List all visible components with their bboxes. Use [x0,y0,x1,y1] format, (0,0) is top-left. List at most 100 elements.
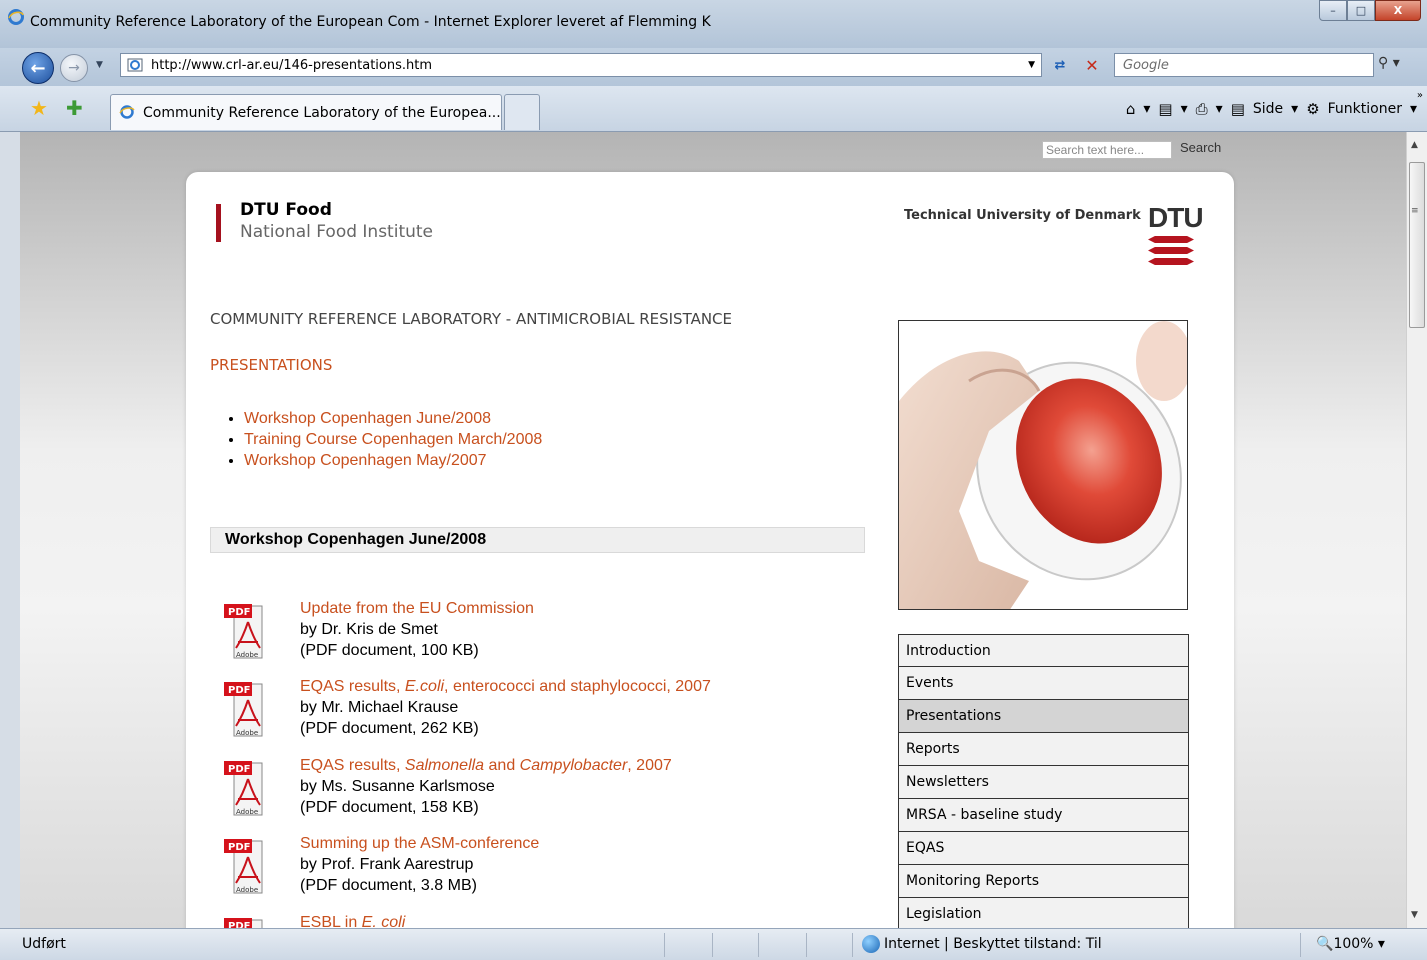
pdf-meta: (PDF document, 158 KB) [300,799,479,816]
left-frame [0,132,20,928]
pdf-document-link[interactable]: Summing up the ASM-conference [300,833,539,854]
tab-active[interactable]: Community Reference Laboratory of the Eu… [110,94,502,130]
pdf-badge: PDF [228,685,250,696]
tools-menu[interactable]: Funktioner [1328,101,1402,117]
pdf-title-part: EQAS results, [300,757,405,774]
zoom-value: 100% [1333,936,1374,952]
refresh-icon: ⇄ [1054,57,1066,73]
page-viewport: Search text here... Search DTU Food Nati… [20,132,1406,928]
pdf-author: by Mr. Michael Krause [300,699,459,716]
pdf-document-text: ESBL in E. coli [300,912,405,928]
dtu-logo-mark [1148,236,1198,265]
close-button[interactable]: X [1375,0,1421,21]
menu-item-newsletters[interactable]: Newsletters [898,766,1189,799]
pdf-document-link[interactable]: Update from the EU Commission [300,598,534,619]
tab-label: Community Reference Laboratory of the Eu… [143,105,501,121]
site-search-input[interactable]: Search text here... [1042,141,1172,159]
pdf-title-part: , enterococci and staphylococci, 2007 [444,678,711,695]
menu-item-mrsa[interactable]: MRSA - baseline study [898,799,1189,832]
dtu-logo-letters: DTU [1148,202,1204,233]
feeds-icon[interactable]: ▤ [1158,100,1172,118]
pdf-icon[interactable]: PDFAdobe [224,600,264,660]
forward-button[interactable]: → [60,54,88,82]
home-icon[interactable]: ⌂ [1126,100,1136,118]
security-zone[interactable]: Internet | Beskyttet tilstand: Til [884,936,1102,952]
pdf-document-link[interactable]: ESBL in E. coli [300,912,405,928]
status-separator [806,933,807,957]
pdf-document-link[interactable]: EQAS results, Salmonella and Campylobact… [300,755,672,776]
pdf-title-part: Salmonella [404,757,485,774]
command-bar: ⌂ ▾ ▤ ▾ ⎙ ▾ ▤ Side ▾ ⚙ Funktioner ▾ [1126,100,1417,118]
pdf-author: by Ms. Susanne Karlsmose [300,778,495,795]
minimize-button[interactable]: – [1319,0,1347,21]
page-menu-dropdown-icon[interactable]: ▾ [1291,101,1298,117]
pdf-icon[interactable]: PDFAdobe [224,757,264,817]
address-dropdown-icon[interactable]: ▼ [1028,60,1035,70]
globe-icon [862,935,880,953]
pdf-meta: (PDF document, 262 KB) [300,720,479,737]
address-bar[interactable]: http://www.crl-ar.eu/146-presentations.h… [120,53,1042,77]
presentation-link[interactable]: Workshop Copenhagen May/2007 [244,450,542,471]
pdf-document-text: EQAS results, Salmonella and Campylobact… [300,755,672,818]
pdf-badge: PDF [228,607,250,618]
status-separator [758,933,759,957]
pdf-icon[interactable]: PDFAdobe [224,914,264,928]
presentation-link[interactable]: Training Course Copenhagen March/2008 [244,429,542,450]
presentations-title: PRESENTATIONS [210,356,333,374]
pdf-title-part: Summing up the ASM-conference [300,835,540,852]
petri-dish-image [899,321,1187,609]
page-menu[interactable]: Side [1253,101,1283,117]
university-name: Technical University of Denmark [904,208,1141,223]
home-dropdown-icon[interactable]: ▾ [1143,101,1150,117]
maximize-button[interactable]: □ [1347,0,1375,21]
tools-dropdown-icon[interactable]: ▾ [1410,101,1417,117]
scroll-down-icon[interactable]: ▼ [1411,910,1418,920]
stop-button[interactable]: ✕ [1078,53,1106,77]
arrow-right-icon: → [68,60,80,76]
refresh-button[interactable]: ⇄ [1046,53,1074,77]
search-input[interactable]: Google [1114,53,1374,77]
menu-item-introduction[interactable]: Introduction [898,634,1189,667]
pdf-icon[interactable]: PDFAdobe [224,835,264,895]
site-search-button[interactable]: Search [1180,140,1221,155]
logo-sub: National Food Institute [240,222,434,242]
gear-icon: ⚙ [1306,100,1320,118]
menu-item-legislation[interactable]: Legislation [898,898,1189,928]
add-favorites-icon[interactable]: ✚ [66,96,83,120]
menu-item-monitoring-reports[interactable]: Monitoring Reports [898,865,1189,898]
search-icon[interactable]: ⚲ ▾ [1378,55,1400,71]
adobe-label: Adobe [236,886,258,894]
petri-dish-photo [898,320,1188,610]
feeds-dropdown-icon[interactable]: ▾ [1181,101,1188,117]
scroll-grip-icon: ≡ [1411,206,1419,216]
pdf-document-text: EQAS results, E.coli, enterococci and st… [300,676,711,739]
print-dropdown-icon[interactable]: ▾ [1216,101,1223,117]
scroll-thumb[interactable] [1409,162,1425,328]
chevron-more-icon[interactable]: » [1417,90,1423,101]
pdf-badge: PDF [228,764,250,775]
pdf-icon[interactable]: PDFAdobe [224,678,264,738]
new-tab-button[interactable] [504,94,540,130]
favorites-star-icon[interactable]: ★ [30,96,48,120]
zoom-level[interactable]: 🔍100% ▾ [1316,936,1385,952]
pdf-badge: PDF [228,921,250,928]
back-button[interactable]: ← [22,52,54,84]
menu-item-presentations[interactable]: Presentations [898,700,1189,733]
scroll-up-icon[interactable]: ▲ [1411,140,1418,150]
pdf-title-part: , 2007 [627,757,672,774]
presentation-link[interactable]: Workshop Copenhagen June/2008 [244,408,542,429]
menu-item-eqas[interactable]: EQAS [898,832,1189,865]
dtu-logo[interactable]: DTU [1148,202,1204,274]
menu-item-reports[interactable]: Reports [898,733,1189,766]
pdf-document-link[interactable]: EQAS results, E.coli, enterococci and st… [300,676,711,697]
vertical-scrollbar[interactable]: ▲ ≡ ▼ [1406,132,1427,928]
history-dropdown-button[interactable]: ▼ [96,60,103,70]
window-controls: – □ X [1319,0,1421,22]
status-separator [1300,933,1301,957]
logo-main[interactable]: DTU Food [240,200,332,220]
menu-item-events[interactable]: Events [898,667,1189,700]
presentation-links: Workshop Copenhagen June/2008 Training C… [244,408,542,471]
address-url[interactable]: http://www.crl-ar.eu/146-presentations.h… [151,58,432,73]
print-icon[interactable]: ⎙ [1196,100,1208,118]
crl-title: COMMUNITY REFERENCE LABORATORY - ANTIMIC… [210,310,733,328]
